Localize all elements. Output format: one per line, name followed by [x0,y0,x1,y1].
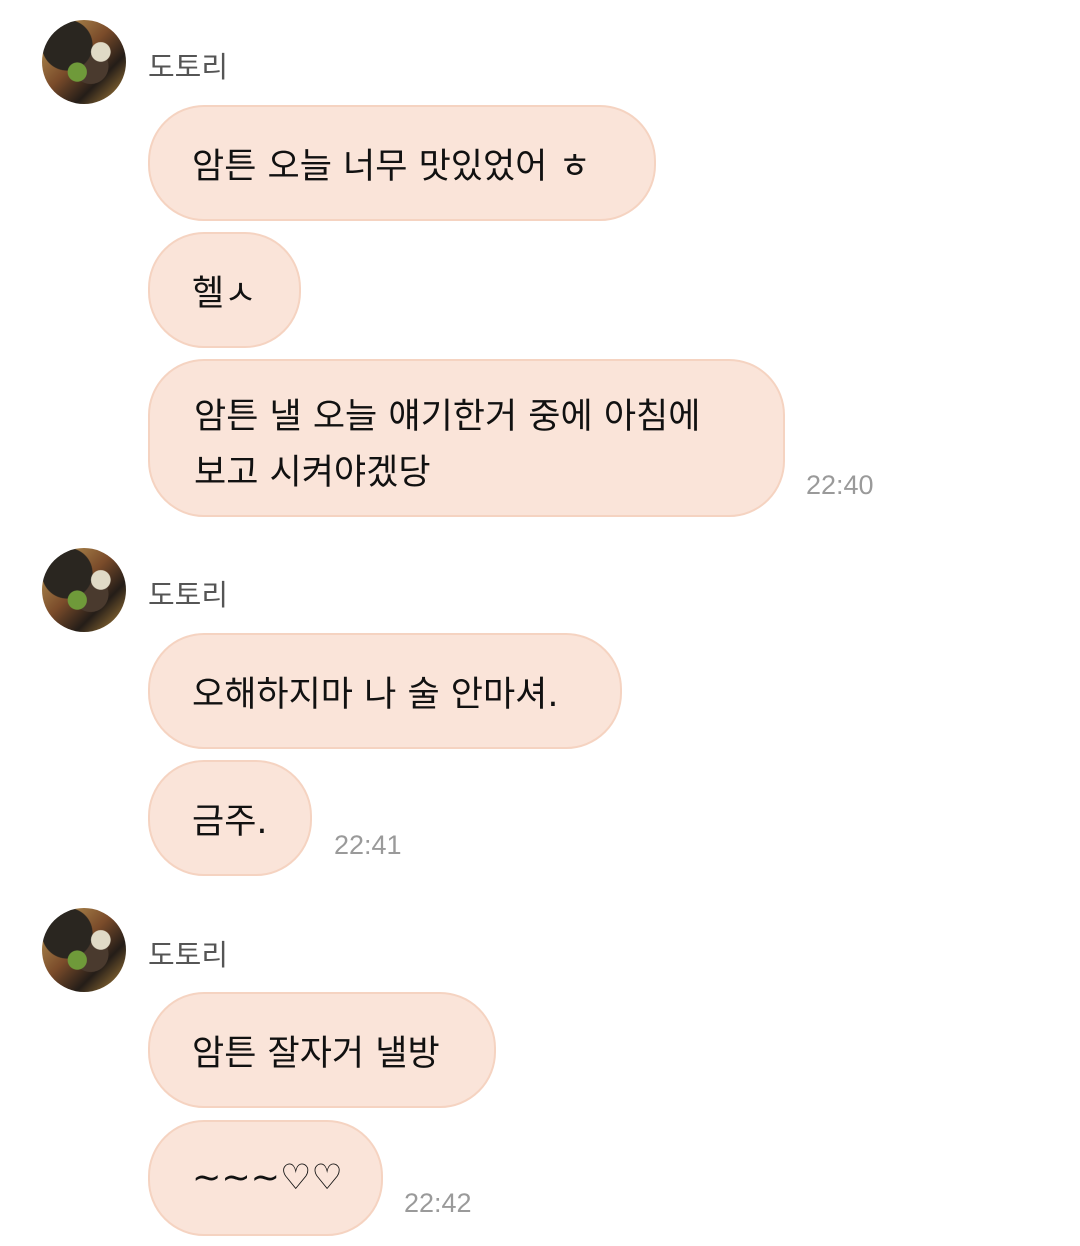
chat-screen: 도토리 암튼 오늘 너무 맛있었어 ㅎ 헬ㅅ 암튼 낼 오늘 얘기한거 중에 아… [0,0,1080,1246]
message-text: 금주. [192,801,268,842]
message-timestamp: 22:41 [334,830,402,860]
sender-avatar[interactable] [42,548,126,632]
message-bubble[interactable]: 암튼 잘자거 낼방 [148,992,496,1108]
message-bubble[interactable]: 오해하지마 나 술 안마셔. [148,633,622,749]
sender-avatar[interactable] [42,20,126,104]
sender-avatar[interactable] [42,908,126,992]
message-text-line: 암튼 낼 오늘 얘기한거 중에 아침에 [194,397,701,437]
message-bubble[interactable]: 금주. [148,760,312,876]
sender-name: 도토리 [148,578,229,612]
message-bubble[interactable]: ~~~♡♡ [148,1120,383,1236]
message-text: 암튼 잘자거 낼방 [192,1033,440,1074]
message-text: 암튼 오늘 너무 맛있었어 ㅎ [192,146,591,187]
message-bubble[interactable]: 암튼 오늘 너무 맛있었어 ㅎ [148,105,656,221]
message-bubble[interactable]: 헬ㅅ [148,232,301,348]
message-bubble[interactable]: 암튼 낼 오늘 얘기한거 중에 아침에 보고 시켜야겠당 [148,359,785,517]
message-timestamp: 22:42 [404,1188,472,1218]
sender-name: 도토리 [148,50,229,84]
message-timestamp: 22:40 [806,470,874,500]
message-text-line: 보고 시켜야겠당 [194,453,431,493]
sender-name: 도토리 [148,938,229,972]
message-text: 오해하지마 나 술 안마셔. [192,674,559,715]
message-text: 헬ㅅ [192,273,257,314]
message-text: ~~~♡♡ [192,1158,343,1198]
